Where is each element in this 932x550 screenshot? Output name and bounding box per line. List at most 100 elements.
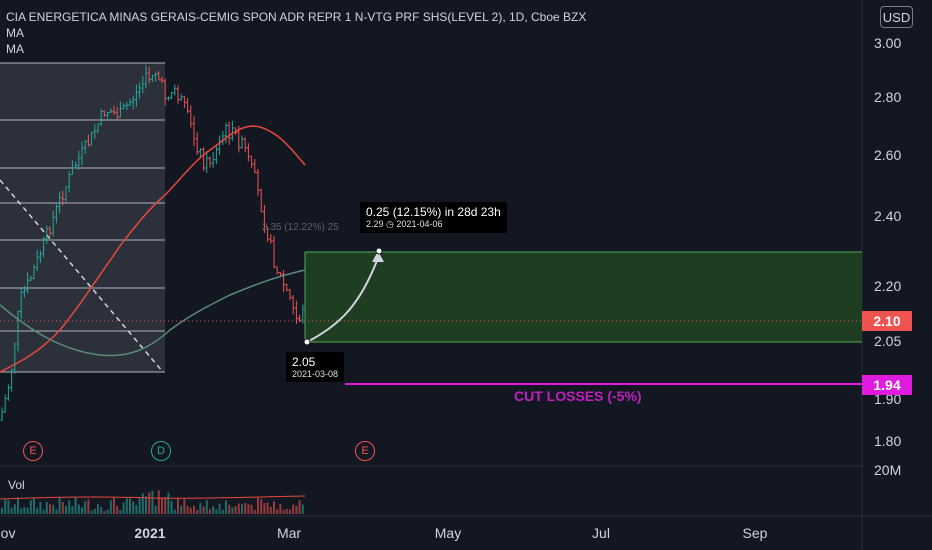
volume-bar (1, 507, 3, 514)
volume-bar (199, 502, 202, 514)
volume-bar (295, 505, 298, 514)
volume-bar (87, 499, 90, 514)
volume-bar (71, 505, 74, 514)
volume-bar (263, 503, 266, 514)
volume-bar (4, 498, 7, 514)
volume-bar (285, 508, 288, 514)
volume-bar (17, 497, 19, 514)
volume-bar (273, 501, 275, 514)
volume-bar (36, 507, 39, 514)
volume-bar (292, 504, 295, 514)
currency-button[interactable]: USD (880, 6, 913, 28)
ma-indicator-2[interactable]: MA (6, 41, 586, 57)
volume-bar (279, 504, 282, 514)
volume-bar (65, 505, 67, 514)
volume-bar (250, 504, 253, 514)
volume-bar (81, 507, 83, 514)
volume-bar (42, 509, 45, 514)
volume-bar (145, 496, 147, 514)
measure-target-price: 2.29 (366, 219, 384, 229)
chart-legend: CIA ENERGETICA MINAS GERAIS-CEMIG SPON A… (6, 9, 586, 57)
measure-end-dot[interactable] (375, 247, 383, 255)
volume-bar (10, 507, 13, 514)
volume-bar (77, 504, 80, 514)
time-label-nov: Nov (0, 525, 16, 541)
volume-bar (113, 497, 115, 514)
volume-bar (269, 506, 272, 514)
volume-bar (58, 497, 61, 514)
volume-bar (177, 498, 179, 514)
volume-bar (52, 504, 55, 514)
volume-legend[interactable]: Vol (8, 478, 25, 492)
volume-bar (215, 509, 218, 514)
time-label-may: May (434, 525, 462, 541)
time-label-2021: 2021 (134, 525, 166, 541)
volume-bar (189, 507, 192, 514)
measure-result-box: 0.25 (12.15%) in 28d 23h 2.29 ◷ 2021-04-… (360, 202, 507, 233)
volume-bar (167, 492, 170, 514)
volume-bar (103, 510, 106, 514)
volume-bar (129, 498, 131, 514)
cut-losses-label[interactable]: CUT LOSSES (-5%) (514, 388, 642, 404)
volume-bar (68, 500, 71, 514)
volume-bar (228, 504, 231, 514)
volume-bar (247, 504, 250, 514)
volume-bar (212, 506, 215, 514)
volume-bar (90, 510, 93, 514)
gray-range-drawing[interactable] (0, 62, 165, 373)
volume-bar (186, 506, 189, 514)
price-tick: 2.80 (874, 89, 902, 105)
volume-bar (196, 509, 199, 514)
volume-bar (45, 501, 48, 514)
measure-start-dot[interactable] (303, 338, 311, 346)
volume-bar (138, 498, 141, 514)
price-chart[interactable] (0, 0, 932, 550)
current-price-tag: 2.10 (862, 311, 912, 331)
volume-bar (183, 499, 186, 514)
earnings-event-icon[interactable]: E (355, 441, 375, 461)
volume-bar (289, 509, 291, 514)
ma-indicator-1[interactable]: MA (6, 25, 586, 41)
earnings-event-icon[interactable]: E (23, 441, 43, 461)
volume-bar (93, 508, 96, 514)
volume-bar (161, 498, 163, 514)
volume-bar (266, 502, 269, 514)
volume-bar (260, 499, 263, 514)
dividend-event-icon[interactable]: D (151, 441, 171, 461)
volume-bars (1, 490, 304, 514)
price-tick: 2.20 (874, 278, 902, 294)
volume-bar (225, 500, 227, 514)
volume-bar (237, 503, 240, 514)
volume-bar (154, 505, 157, 514)
price-tick: 2.05 (874, 333, 902, 349)
volume-bar (84, 501, 87, 514)
volume-bar (244, 503, 247, 514)
volume-bar (170, 500, 173, 514)
volume-bar (253, 509, 256, 514)
volume-bar (276, 509, 279, 514)
target-zone[interactable] (304, 251, 862, 343)
volume-bar (55, 509, 58, 514)
volume-bar (205, 499, 208, 514)
price-tick: 2.40 (874, 208, 902, 224)
volume-bar (257, 497, 259, 514)
volume-bar (116, 505, 119, 514)
volume-bar (234, 506, 237, 514)
volume-bar (20, 508, 23, 514)
faint-measure-label: 2.35 (12.22%) 25 (262, 222, 339, 233)
volume-bar (301, 504, 304, 514)
volume-bar (157, 490, 160, 514)
measure-headline: 0.25 (12.15%) in 28d 23h (366, 205, 501, 219)
symbol-title[interactable]: CIA ENERGETICA MINAS GERAIS-CEMIG SPON A… (6, 9, 586, 25)
volume-bar (74, 497, 77, 514)
volume-bar (141, 493, 144, 514)
volume-bar (49, 504, 51, 514)
volume-bar (33, 498, 35, 514)
stop-price-tag: 1.94 (862, 375, 912, 395)
volume-bar (26, 507, 29, 514)
time-label-mar: Mar (276, 525, 302, 541)
volume-bar (180, 505, 183, 514)
volume-bar (97, 504, 99, 514)
volume-bar (23, 507, 26, 514)
price-tick: 3.00 (874, 35, 902, 51)
